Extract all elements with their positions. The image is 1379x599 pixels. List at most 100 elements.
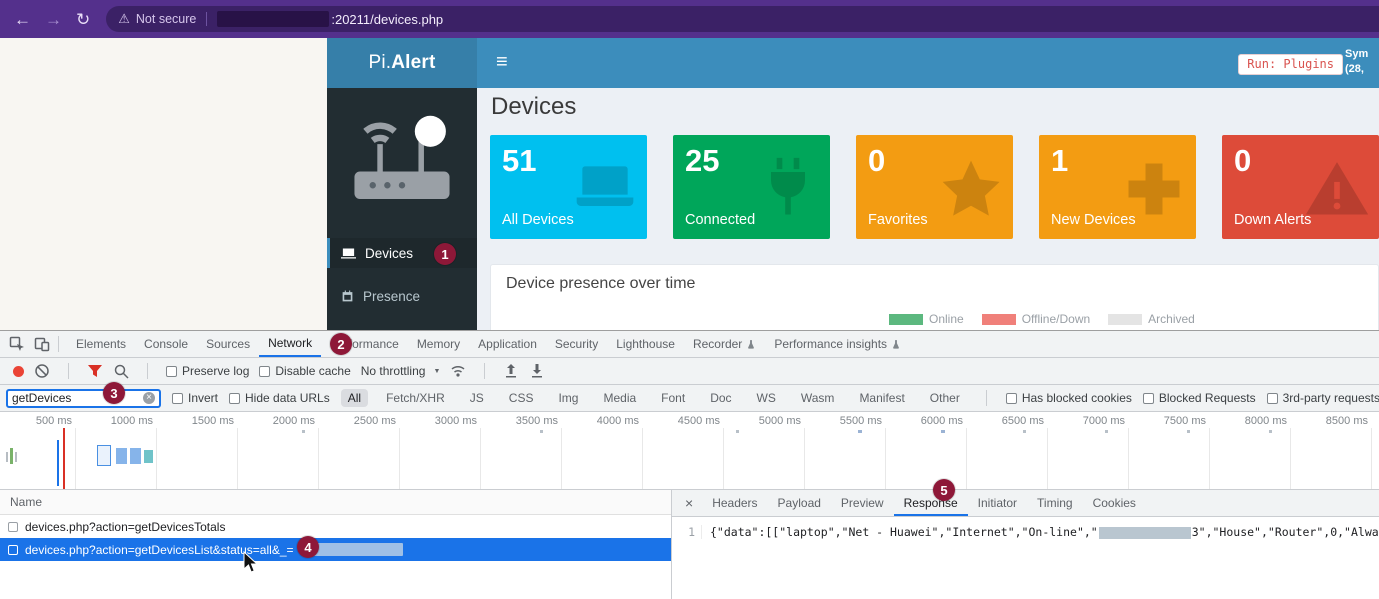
filter-type-fetch-xhr[interactable]: Fetch/XHR — [379, 389, 452, 407]
filter-type-font[interactable]: Font — [654, 389, 692, 407]
detail-tab-preview[interactable]: Preview — [831, 490, 894, 516]
third-party-requests-checkbox[interactable]: 3rd-party requests — [1267, 391, 1379, 405]
request-row-selected[interactable]: devices.php?action=getDevicesList&status… — [0, 538, 671, 561]
timeline-gridline — [399, 428, 400, 489]
devtools: Elements Console Sources Network Perform… — [0, 330, 1379, 599]
card-new-devices[interactable]: 1 New Devices — [1039, 135, 1196, 239]
divider — [484, 363, 485, 379]
tab-network[interactable]: Network — [259, 331, 321, 357]
timeline-label: 4000 ms — [589, 415, 639, 427]
tab-performance-insights[interactable]: Performance insights — [765, 331, 910, 357]
detail-tab-cookies[interactable]: Cookies — [1083, 490, 1146, 516]
filter-type-manifest[interactable]: Manifest — [852, 389, 911, 407]
card-favorites[interactable]: 0 Favorites — [856, 135, 1013, 239]
tab-lighthouse[interactable]: Lighthouse — [607, 331, 684, 357]
invert-checkbox[interactable]: Invert — [172, 391, 218, 405]
activity-dot — [736, 430, 739, 433]
throttling-dropdown[interactable]: No throttling▼ — [361, 364, 441, 378]
checkbox-icon — [172, 393, 183, 404]
detail-tab-response[interactable]: Response — [894, 490, 968, 516]
record-icon[interactable] — [13, 366, 24, 377]
activity-dot — [540, 430, 543, 433]
tab-memory[interactable]: Memory — [408, 331, 469, 357]
detail-tab-timing[interactable]: Timing — [1027, 490, 1083, 516]
annotation-step-4: 4 — [297, 536, 319, 558]
back-icon[interactable]: ← — [14, 11, 31, 28]
app-header: ≡ Run: Plugins Sym (28, — [477, 38, 1379, 88]
filter-type-all[interactable]: All — [341, 389, 368, 407]
timeline-label: 500 ms — [22, 415, 72, 427]
clear-filter-icon[interactable]: × — [143, 392, 155, 404]
detail-tab-initiator[interactable]: Initiator — [968, 490, 1027, 516]
warning-icon — [1303, 155, 1371, 223]
timeline-label: 2000 ms — [265, 415, 315, 427]
disable-cache-checkbox[interactable]: Disable cache — [259, 364, 350, 378]
legend-label: Online — [929, 312, 964, 326]
request-row[interactable]: devices.php?action=getDevicesTotals — [0, 515, 671, 538]
timeline-gridline — [237, 428, 238, 489]
filter-type-media[interactable]: Media — [596, 389, 643, 407]
checkbox-label: Hide data URLs — [245, 391, 330, 405]
filter-type-other[interactable]: Other — [923, 389, 967, 407]
has-blocked-cookies-checkbox[interactable]: Has blocked cookies — [1006, 391, 1132, 405]
card-connected[interactable]: 25 Connected — [673, 135, 830, 239]
timeline-gridline — [318, 428, 319, 489]
tab-application[interactable]: Application — [469, 331, 546, 357]
detail-tab-payload[interactable]: Payload — [768, 490, 831, 516]
tab-recorder[interactable]: Recorder — [684, 331, 765, 357]
preserve-log-checkbox[interactable]: Preserve log — [166, 364, 249, 378]
card-all-devices[interactable]: 51 All Devices — [490, 135, 647, 239]
activity-block — [144, 450, 153, 463]
not-secure-label: Not secure — [136, 12, 196, 26]
filter-icon[interactable] — [87, 363, 103, 379]
timeline-label: 7000 ms — [1075, 415, 1125, 427]
tab-security[interactable]: Security — [546, 331, 607, 357]
sidebar-item-presence[interactable]: Presence — [327, 281, 477, 311]
activity-mark — [10, 448, 13, 464]
forward-icon[interactable]: → — [45, 11, 62, 28]
divider — [986, 390, 987, 406]
legend-swatch — [982, 314, 1016, 325]
device-toolbar-icon[interactable] — [34, 336, 50, 352]
timeline-label: 2500 ms — [346, 415, 396, 427]
timeline-label: 8500 ms — [1318, 415, 1368, 427]
inspect-element-icon[interactable] — [9, 336, 25, 352]
filter-type-doc[interactable]: Doc — [703, 389, 738, 407]
name-column-header[interactable]: Name — [0, 490, 671, 515]
tab-console[interactable]: Console — [135, 331, 197, 357]
filter-type-css[interactable]: CSS — [502, 389, 541, 407]
legend-swatch — [1108, 314, 1142, 325]
chevron-down-icon: ▼ — [433, 368, 440, 375]
filter-type-img[interactable]: Img — [551, 389, 585, 407]
filter-type-wasm[interactable]: Wasm — [794, 389, 842, 407]
menu-toggle-icon[interactable]: ≡ — [496, 51, 508, 74]
timeline-label: 3500 ms — [508, 415, 558, 427]
tab-elements[interactable]: Elements — [67, 331, 135, 357]
search-icon[interactable] — [113, 363, 129, 379]
detail-tab-headers[interactable]: Headers — [702, 490, 767, 516]
tab-sources[interactable]: Sources — [197, 331, 259, 357]
checkbox-icon[interactable] — [8, 545, 18, 555]
network-toolbar: Preserve log Disable cache No throttling… — [0, 358, 1379, 385]
filter-type-js[interactable]: JS — [463, 389, 491, 407]
activity-dot — [1269, 430, 1272, 433]
export-har-icon[interactable] — [529, 363, 545, 379]
network-overview[interactable]: 500 ms1000 ms1500 ms2000 ms2500 ms3000 m… — [0, 412, 1379, 490]
reload-icon[interactable]: ↻ — [76, 11, 90, 28]
blocked-requests-checkbox[interactable]: Blocked Requests — [1143, 391, 1256, 405]
checkbox-icon[interactable] — [8, 522, 18, 532]
close-icon[interactable]: × — [685, 495, 693, 511]
timeline-gridline — [885, 428, 886, 489]
import-har-icon[interactable] — [503, 363, 519, 379]
activity-mark — [6, 452, 8, 462]
filter-type-ws[interactable]: WS — [750, 389, 783, 407]
timeline-gridline — [804, 428, 805, 489]
card-down-alerts[interactable]: 0 Down Alerts — [1222, 135, 1379, 239]
network-conditions-icon[interactable] — [450, 363, 466, 379]
app-logo[interactable]: Pi.Alert — [327, 38, 477, 88]
hide-data-urls-checkbox[interactable]: Hide data URLs — [229, 391, 330, 405]
summary-cards: 51 All Devices 25 Connected 0 Favorites … — [490, 135, 1379, 239]
clear-icon[interactable] — [34, 363, 50, 379]
run-plugins-button[interactable]: Run: Plugins — [1238, 54, 1343, 75]
address-bar[interactable]: ⚠ Not secure :20211/devices.php — [106, 6, 1379, 32]
